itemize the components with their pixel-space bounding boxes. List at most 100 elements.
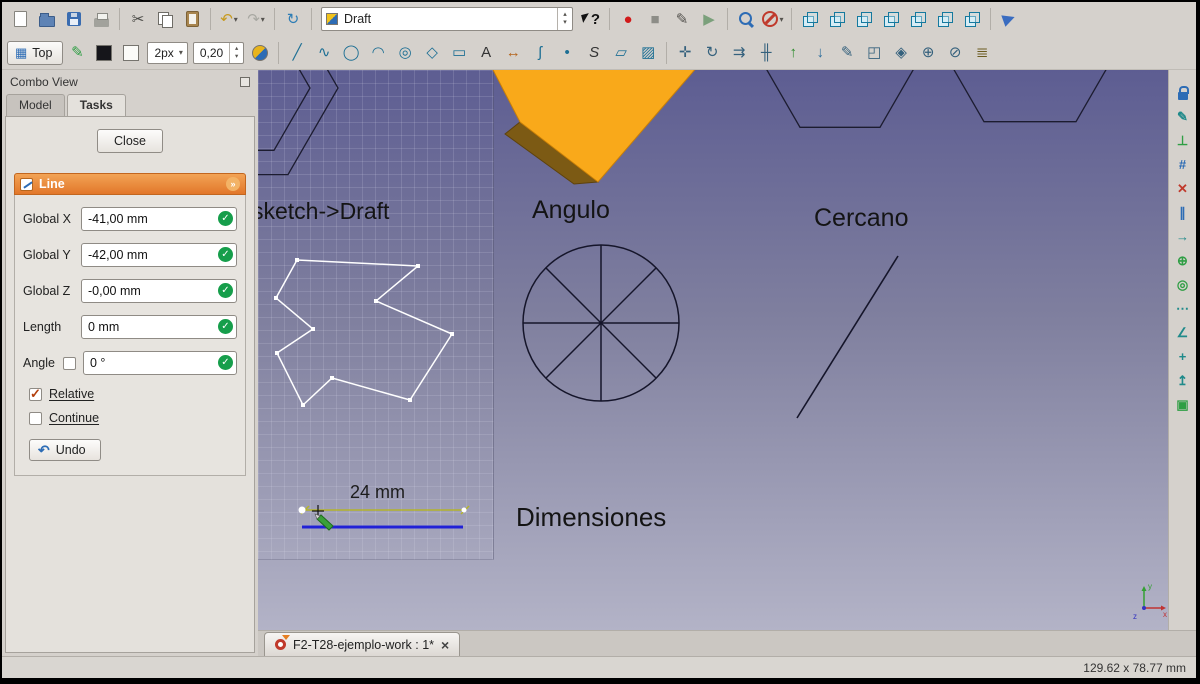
draft-trimex-icon[interactable]: ╫ — [753, 40, 779, 66]
working-plane-button[interactable]: ▦ Top — [7, 40, 64, 65]
annotation-cercano[interactable]: Cercano — [814, 204, 909, 233]
view-axonometric-icon[interactable] — [797, 6, 823, 32]
copy-icon[interactable] — [152, 6, 178, 32]
document-tab[interactable]: F2-T28-ejemplo-work : 1* × — [264, 632, 461, 656]
orange-solid[interactable] — [491, 70, 698, 185]
draft-bspline-icon[interactable]: ʃ — [527, 40, 553, 66]
line-color-swatch[interactable] — [91, 40, 117, 66]
draft-arc-icon[interactable]: ◠ — [365, 40, 391, 66]
draft-offset-icon[interactable]: ⇉ — [726, 40, 752, 66]
draft-text-icon[interactable]: A — [473, 40, 499, 66]
draft-wire-icon[interactable]: ∿ — [311, 40, 337, 66]
continue-checkbox[interactable] — [29, 411, 42, 425]
draft-hatch-icon[interactable]: ▨ — [635, 40, 661, 66]
tab-model[interactable]: Model — [6, 94, 65, 116]
close-document-icon[interactable]: × — [441, 637, 449, 653]
macro-record-icon[interactable]: ● — [615, 6, 641, 32]
draft-downgrade-icon[interactable]: ↓ — [807, 40, 833, 66]
snap-angle-icon[interactable]: ∠ — [1172, 322, 1194, 343]
draft-upgrade-icon[interactable]: ↑ — [780, 40, 806, 66]
combo-spin-arrows[interactable]: ▴ ▾ — [557, 8, 572, 30]
snap-passive-icon[interactable]: ◎ — [1172, 274, 1194, 295]
close-button[interactable]: Close — [97, 129, 163, 153]
navigation-cursor-icon[interactable] — [996, 6, 1022, 32]
draft-polygon-icon[interactable]: ◇ — [419, 40, 445, 66]
paste-icon[interactable] — [179, 6, 205, 32]
cut-icon[interactable]: ✂ — [125, 6, 151, 32]
undo-icon[interactable]: ↶ ▾ — [216, 6, 242, 32]
collapse-task-icon[interactable]: » — [226, 177, 240, 191]
draft-scale-icon[interactable]: ◰ — [861, 40, 887, 66]
redo-icon[interactable]: ↷ ▾ — [243, 6, 269, 32]
tab-tasks[interactable]: Tasks — [66, 94, 126, 116]
annotation-sketch-draft[interactable]: sketch->Draft — [258, 198, 389, 225]
line-task-header[interactable]: Line » — [14, 173, 246, 195]
spinbox-arrows[interactable]: ▴ ▾ — [229, 42, 243, 63]
draft-circle-icon[interactable]: ◯ — [338, 40, 364, 66]
macro-stop-icon[interactable]: ■ — [642, 6, 668, 32]
draft-layer-icon[interactable]: ≣ — [969, 40, 995, 66]
global-z-input[interactable] — [81, 279, 237, 303]
snap-parallel-icon[interactable]: ∥ — [1172, 202, 1194, 223]
view-top-icon[interactable] — [851, 6, 877, 32]
zoom-fit-icon[interactable] — [733, 6, 759, 32]
snap-near-icon[interactable]: ⋯ — [1172, 298, 1194, 319]
draft-move-icon[interactable]: ✛ — [672, 40, 698, 66]
global-y-input[interactable] — [81, 243, 237, 267]
view-left-icon[interactable] — [959, 6, 985, 32]
dock-toggle-icon[interactable] — [240, 77, 250, 87]
macro-play-icon[interactable]: ▶ — [696, 6, 722, 32]
draft-subelement-icon[interactable]: ◈ — [888, 40, 914, 66]
draft-ellipse-icon[interactable]: ◎ — [392, 40, 418, 66]
view-right-icon[interactable] — [878, 6, 904, 32]
view-bottom-icon[interactable] — [932, 6, 958, 32]
view-rear-icon[interactable] — [905, 6, 931, 32]
whats-this-icon[interactable]: ? — [578, 6, 604, 32]
draft-point-icon[interactable]: • — [554, 40, 580, 66]
apply-style-icon[interactable] — [247, 40, 273, 66]
snap-extension-icon[interactable]: → — [1172, 226, 1194, 247]
scale-spinbox[interactable]: 0,20 ▴ ▾ — [192, 41, 245, 64]
refresh-icon[interactable]: ↻ — [280, 6, 306, 32]
draft-dimension-icon[interactable]: ↔ — [500, 40, 526, 66]
draft-shapestring-icon[interactable]: S — [581, 40, 607, 66]
annotation-dimensiones[interactable]: Dimensiones — [516, 502, 666, 533]
hexagon-wireframes-top-left[interactable] — [258, 70, 339, 176]
view-front-icon[interactable] — [824, 6, 850, 32]
macro-edit-icon[interactable]: ✎ — [669, 6, 695, 32]
snap-special-icon[interactable]: + — [1172, 346, 1194, 367]
draft-split-icon[interactable]: ⊘ — [942, 40, 968, 66]
3d-viewport[interactable]: x y z sketch->Draft Angulo Cercano Dimen… — [258, 70, 1168, 630]
draft-wire-white[interactable] — [274, 258, 454, 407]
snap-center-icon[interactable]: ⊕ — [1172, 250, 1194, 271]
draft-facebinder-icon[interactable]: ▱ — [608, 40, 634, 66]
relative-checkbox[interactable] — [29, 386, 42, 402]
angle-circle[interactable] — [522, 244, 680, 402]
draft-rectangle-icon[interactable]: ▭ — [446, 40, 472, 66]
dimension-value-label[interactable]: 24 mm — [350, 482, 405, 503]
snap-dimensions-icon[interactable]: ↥ — [1172, 370, 1194, 391]
new-document-icon[interactable] — [7, 6, 33, 32]
hexagons-top-right[interactable] — [760, 70, 1122, 128]
annotation-angulo[interactable]: Angulo — [532, 196, 610, 225]
global-x-input[interactable] — [81, 207, 237, 231]
open-document-icon[interactable] — [34, 6, 60, 32]
length-input[interactable] — [81, 315, 237, 339]
undo-button[interactable]: ↶ Undo — [29, 439, 101, 461]
snap-working-plane-icon[interactable]: ▣ — [1172, 394, 1194, 415]
snap-lock-icon[interactable] — [1172, 82, 1194, 103]
snap-grid-icon[interactable]: # — [1172, 154, 1194, 175]
draw-style-icon[interactable]: ▾ — [760, 6, 786, 32]
snap-midpoint-icon[interactable]: ⊥ — [1172, 130, 1194, 151]
draft-edit-icon[interactable]: ✎ — [834, 40, 860, 66]
draft-line-icon[interactable]: ╱ — [284, 40, 310, 66]
print-icon[interactable] — [88, 6, 114, 32]
angle-input[interactable] — [83, 351, 237, 375]
save-icon[interactable] — [61, 6, 87, 32]
draft-join-icon[interactable]: ⊕ — [915, 40, 941, 66]
line-width-select[interactable]: 2px ▾ — [147, 41, 188, 64]
face-color-swatch[interactable] — [118, 40, 144, 66]
snap-endpoint-icon[interactable]: ✎ — [1172, 106, 1194, 127]
draft-rotate-icon[interactable]: ↻ — [699, 40, 725, 66]
draft-style-icon[interactable]: ✎ — [64, 40, 90, 66]
